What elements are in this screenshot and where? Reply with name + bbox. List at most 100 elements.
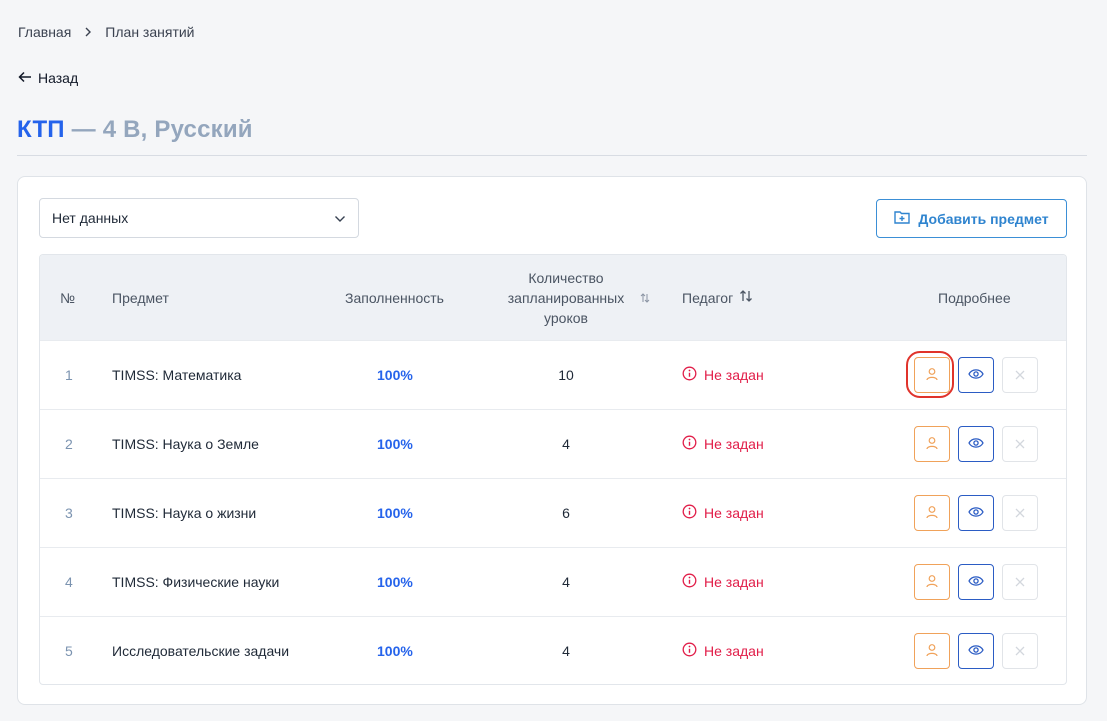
table-row: 1 TIMSS: Математика 100% 10 Не задан [40,340,1066,409]
close-icon [1015,574,1025,590]
eye-icon [968,505,984,521]
row-teacher-label: Не задан [704,505,764,521]
view-button[interactable] [958,357,994,393]
header-teacher[interactable]: Педагог [682,255,753,340]
add-subject-label: Добавить предмет [918,210,1049,227]
back-link[interactable]: Назад [18,70,78,86]
row-teacher: Не задан [682,479,764,547]
breadcrumb: Главная План занятий [18,24,195,40]
delete-button[interactable] [1002,426,1038,462]
close-icon [1015,505,1025,521]
user-icon [925,505,939,522]
add-subject-button[interactable]: Добавить предмет [876,199,1067,238]
row-teacher: Не задан [682,548,764,616]
page-title: КТП — 4 В, Русский [17,116,253,144]
table-row: 5 Исследовательские задачи 100% 4 Не зад… [40,616,1066,684]
sort-icon [739,289,753,306]
chevron-right-icon [81,25,95,39]
table-header: № Предмет Заполненность Количество запла… [40,255,1066,340]
user-icon [925,574,939,591]
row-subject: TIMSS: Математика [112,367,242,383]
close-icon [1015,367,1025,383]
row-teacher: Не задан [682,617,764,684]
folder-plus-icon [894,210,911,227]
row-number: 5 [65,643,73,659]
table-row: 2 TIMSS: Наука о Земле 100% 4 Не задан [40,409,1066,478]
back-label: Назад [38,70,79,86]
row-fill: 100% [377,505,413,521]
assign-teacher-button[interactable] [914,495,950,531]
close-icon [1015,436,1025,452]
chevron-down-icon [334,210,346,226]
header-count[interactable]: Количество запланированных уроков [480,255,652,340]
row-fill: 100% [377,436,413,452]
row-number: 3 [65,505,73,521]
row-fill: 100% [377,643,413,659]
close-icon [1015,643,1025,659]
subjects-table: № Предмет Заполненность Количество запла… [39,254,1067,685]
title-divider [17,155,1087,156]
user-icon [925,367,939,384]
delete-button[interactable] [1002,357,1038,393]
assign-teacher-button[interactable] [914,564,950,600]
row-lessons-count: 10 [558,367,574,383]
header-count-line2: запланированных [507,289,625,306]
assign-teacher-button[interactable] [914,633,950,669]
row-subject: TIMSS: Физические науки [112,574,280,590]
info-circle-icon [682,642,697,660]
table-row: 3 TIMSS: Наука о жизни 100% 6 Не задан [40,478,1066,547]
header-num: № [60,289,76,306]
header-subject: Предмет [112,289,169,306]
row-fill: 100% [377,574,413,590]
row-teacher-label: Не задан [704,436,764,452]
row-teacher-label: Не задан [704,574,764,590]
row-lessons-count: 4 [562,643,570,659]
header-fill: Заполненность [345,289,444,306]
row-subject: TIMSS: Наука о жизни [112,505,257,521]
filter-select-value: Нет данных [52,210,129,226]
row-lessons-count: 4 [562,436,570,452]
page-title-rest: — 4 В, Русский [64,116,253,143]
plan-card: Нет данных Добавить предмет № Предмет За… [17,176,1087,705]
info-circle-icon [682,366,697,384]
info-circle-icon [682,573,697,591]
row-number: 1 [65,367,73,383]
eye-icon [968,574,984,590]
header-details: Подробнее [938,289,1011,306]
row-teacher-label: Не задан [704,367,764,383]
row-lessons-count: 4 [562,574,570,590]
assign-teacher-button[interactable] [914,426,950,462]
row-number: 2 [65,436,73,452]
table-row: 4 TIMSS: Физические науки 100% 4 Не зада… [40,547,1066,616]
delete-button[interactable] [1002,495,1038,531]
eye-icon [968,367,984,383]
info-circle-icon [682,435,697,453]
view-button[interactable] [958,426,994,462]
view-button[interactable] [958,633,994,669]
header-count-line3: уроков [544,309,588,326]
user-icon [925,436,939,453]
delete-button[interactable] [1002,633,1038,669]
delete-button[interactable] [1002,564,1038,600]
breadcrumb-current: План занятий [105,24,195,40]
view-button[interactable] [958,564,994,600]
assign-teacher-button[interactable] [914,357,950,393]
header-teacher-label: Педагог [682,289,734,306]
row-teacher: Не задан [682,341,764,409]
filter-select[interactable]: Нет данных [39,198,359,238]
header-count-line1: Количество [528,269,604,286]
row-teacher-label: Не задан [704,643,764,659]
view-button[interactable] [958,495,994,531]
user-icon [925,643,939,660]
row-teacher: Не задан [682,410,764,478]
eye-icon [968,436,984,452]
arrow-left-icon [18,70,32,86]
page-title-accent: КТП [17,116,65,143]
row-subject: Исследовательские задачи [112,643,290,659]
row-number: 4 [65,574,73,590]
row-fill: 100% [377,367,413,383]
info-circle-icon [682,504,697,522]
sort-icon[interactable] [640,255,650,340]
eye-icon [968,643,984,659]
breadcrumb-home[interactable]: Главная [18,24,71,40]
